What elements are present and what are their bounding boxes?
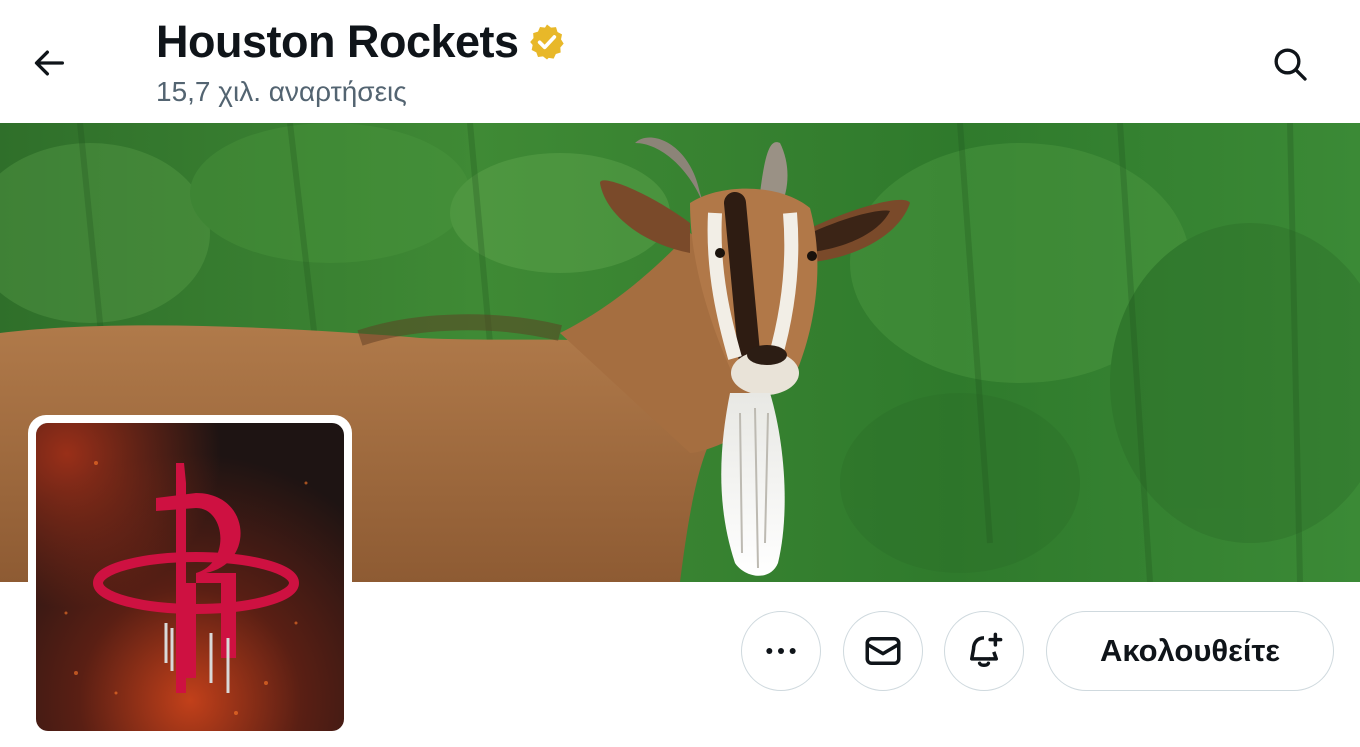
bell-plus-icon [970,632,1003,667]
search-icon [1274,48,1307,81]
avatar-image [36,423,344,731]
more-icon [766,648,796,654]
more-button[interactable] [741,611,821,691]
notifications-button[interactable] [944,611,1024,691]
profile-name: Houston Rockets [156,16,519,67]
post-count: 15,7 χιλ. αναρτήσεις [156,76,407,107]
envelope-icon [865,637,901,665]
message-button[interactable] [843,611,923,691]
profile-avatar[interactable] [28,415,352,739]
search-button[interactable] [1262,36,1318,92]
profile-header: Houston Rockets 15,7 χιλ. αναρτήσεις [0,0,1360,123]
following-button[interactable]: Ακολουθείτε [1046,611,1334,691]
back-button[interactable] [22,36,76,90]
arrow-left-icon [34,50,64,76]
verified-badge-icon [529,24,564,60]
title-row: Houston Rockets [156,14,567,70]
rockets-logo-icon [36,423,344,731]
